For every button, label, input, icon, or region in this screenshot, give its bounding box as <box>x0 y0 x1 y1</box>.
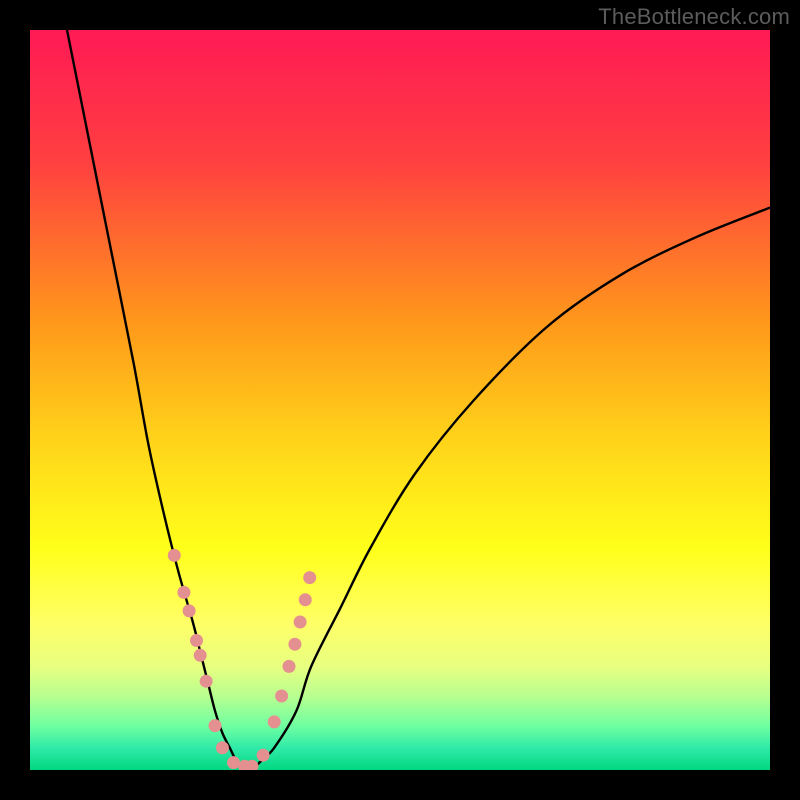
chart-frame: TheBottleneck.com <box>0 0 800 800</box>
marker-dot <box>283 660 296 673</box>
marker-dot <box>268 715 281 728</box>
marker-dot <box>177 586 190 599</box>
marker-dot <box>303 571 316 584</box>
watermark-text: TheBottleneck.com <box>598 4 790 30</box>
marker-dot <box>216 741 229 754</box>
marker-dot <box>183 604 196 617</box>
plot-area <box>30 30 770 770</box>
marker-dots-group <box>168 549 316 770</box>
marker-dot <box>294 616 307 629</box>
marker-dot <box>288 638 301 651</box>
bottleneck-curve <box>67 30 770 770</box>
marker-dot <box>299 593 312 606</box>
marker-dot <box>200 675 213 688</box>
curve-layer <box>30 30 770 770</box>
marker-dot <box>257 749 270 762</box>
marker-dot <box>190 634 203 647</box>
marker-dot <box>194 649 207 662</box>
marker-dot <box>209 719 222 732</box>
marker-dot <box>227 756 240 769</box>
marker-dot <box>275 690 288 703</box>
marker-dot <box>168 549 181 562</box>
